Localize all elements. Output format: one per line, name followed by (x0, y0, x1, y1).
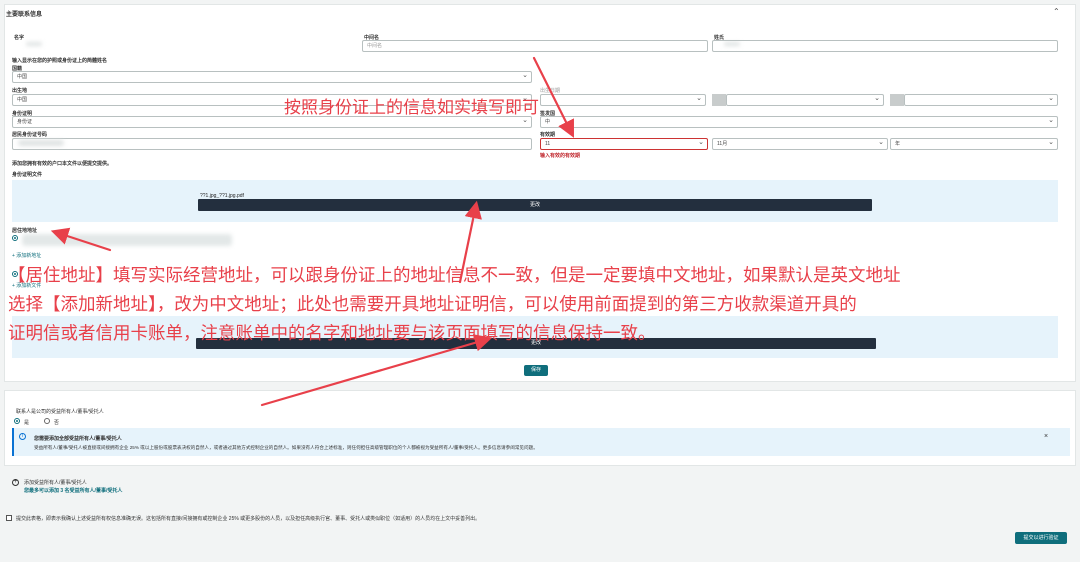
arrow-to-dob (532, 56, 574, 138)
annotation-address-line2: 选择【添加新地址】，改为中文地址；此处也需要开具地址证明信，可以使用前面提到的第… (8, 295, 857, 315)
annotation-address-line1: 【居住地址】填写实际经营地址，可以跟身份证上的地址信息不一致，但是一定要填中文地… (8, 266, 901, 286)
annotation-address-line3: 证明信或者信用卡账单，注意账单中的名字和地址要与该页面填写的信息保持一致。 (8, 324, 656, 344)
arrow-to-address (50, 227, 112, 252)
arrow-to-address-doc (260, 334, 493, 407)
annotation-id-info: 按照身份证上的信息如实填写即可 (284, 98, 539, 118)
